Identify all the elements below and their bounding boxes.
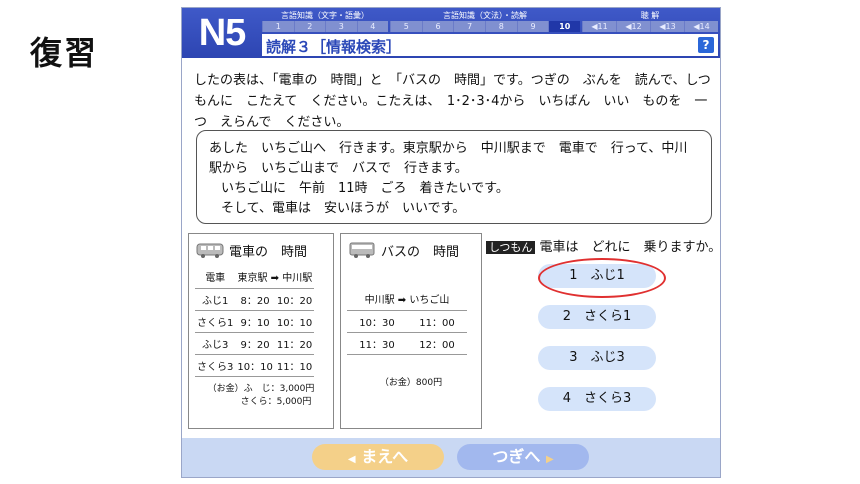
table-row: 中川駅 ➡ いちご山 (347, 288, 467, 311)
section-number[interactable]: 7 (453, 21, 485, 32)
selected-answer-mark (538, 258, 666, 298)
bus-table-title: バスの 時間 (381, 244, 460, 260)
train-table-title: 電車の 時間 (229, 244, 308, 260)
answer-option-2[interactable]: 2 さくら1 (538, 305, 656, 329)
section-nav: 言語知識（文字・語彙） 1 2 3 4 言語知識（文法）・読解 5 6 7 8 … (262, 10, 718, 32)
passage-line: いちご山に 午前 11時 ごろ 着きたいです。 (221, 181, 509, 196)
subtitle-bar: 読解３［情報検索］ ? (262, 34, 718, 56)
bus-fare: （お金）800円 (379, 377, 443, 388)
instruction-text: したの表は、「電車の 時間」と 「バスの 時間」です。つぎの ぶんを 読んで、し… (194, 73, 711, 130)
table-row: 10：30 11：00 (347, 310, 467, 333)
table-row: さくら1 9：10 10：10 (195, 310, 315, 333)
reading-passage: あした いちご山へ 行きます。東京駅から 中川駅まで 電車で 行って、中川駅から… (196, 130, 712, 224)
section-listening: 聴 解 ◀11 ◀12 ◀13 ◀14 (582, 10, 718, 32)
section-number[interactable]: 9 (516, 21, 549, 32)
arrow-right-icon: ▶ (545, 454, 554, 465)
bus-timetable: バスの 時間 中川駅 ➡ いちご山 10：30 11：00 11：30 12：0… (340, 233, 482, 429)
exercise-title: 読解３［情報検索］ (266, 38, 402, 56)
section-number[interactable]: 3 (325, 21, 357, 32)
help-button[interactable]: ? (698, 37, 714, 53)
section-number-active[interactable]: 10 (548, 21, 581, 32)
section-number[interactable]: ◀14 (684, 21, 718, 32)
section-number[interactable]: 6 (421, 21, 454, 32)
train-timetable: 電車の 時間 電車 東京駅 ➡ 中川駅 ふじ1 8：20 10：20 さくら1 … (188, 233, 334, 429)
arrow-left-icon: ◀ (347, 454, 356, 465)
table-row: 電車 東京駅 ➡ 中川駅 (195, 266, 315, 289)
section-number[interactable]: 4 (356, 21, 389, 32)
bus-table: 中川駅 ➡ いちご山 10：30 11：00 11：30 12：00 (347, 288, 467, 355)
table-row: ふじ3 9：20 11：20 (195, 332, 315, 355)
question: しつもん 電車は どれに 乗りますか。 (486, 236, 721, 255)
table-row: さくら3 10：10 11：10 (195, 354, 315, 377)
train-icon (196, 243, 224, 258)
header-bar: N5 言語知識（文字・語彙） 1 2 3 4 言語知識（文法）・読解 5 6 7… (182, 8, 720, 58)
question-text: 電車は どれに 乗りますか。 (539, 240, 722, 255)
answer-option-3[interactable]: 3 ふじ3 (538, 346, 656, 370)
section-number[interactable]: 2 (293, 21, 326, 32)
section-vocab: 言語知識（文字・語彙） 1 2 3 4 (262, 10, 388, 32)
section-number[interactable]: ◀12 (616, 21, 650, 32)
quiz-window: N5 言語知識（文字・語彙） 1 2 3 4 言語知識（文法）・読解 5 6 7… (181, 7, 721, 478)
section-number[interactable]: 1 (262, 21, 294, 32)
section-grammar: 言語知識（文法）・読解 5 6 7 8 9 10 (390, 10, 581, 32)
train-fare: （お金）ふ じ：3,000円 さくら：5,000円 (207, 383, 315, 407)
bus-icon (349, 242, 375, 258)
prev-button[interactable]: ◀ まえへ (312, 444, 444, 470)
section-number[interactable]: 8 (485, 21, 517, 32)
next-button[interactable]: つぎへ ▶ (457, 444, 589, 470)
footer-bar: ◀ まえへ つぎへ ▶ (182, 438, 720, 477)
passage-line: そして、電車は 安いほうが いいです。 (221, 201, 466, 216)
level-logo: N5 (198, 12, 247, 54)
section-number[interactable]: 5 (390, 21, 422, 32)
section-number[interactable]: ◀13 (650, 21, 684, 32)
question-tag: しつもん (486, 241, 536, 254)
table-row: ふじ1 8：20 10：20 (195, 288, 315, 311)
section-number[interactable]: ◀11 (582, 21, 616, 32)
passage-line: あした いちご山へ 行きます。東京駅から 中川駅まで 電車で 行って、中川駅から… (209, 141, 688, 176)
answer-option-4[interactable]: 4 さくら3 (538, 387, 656, 411)
page-title: 復習 (30, 34, 99, 72)
train-table: 電車 東京駅 ➡ 中川駅 ふじ1 8：20 10：20 さくら1 9：10 10… (195, 266, 315, 377)
table-row: 11：30 12：00 (347, 332, 467, 355)
